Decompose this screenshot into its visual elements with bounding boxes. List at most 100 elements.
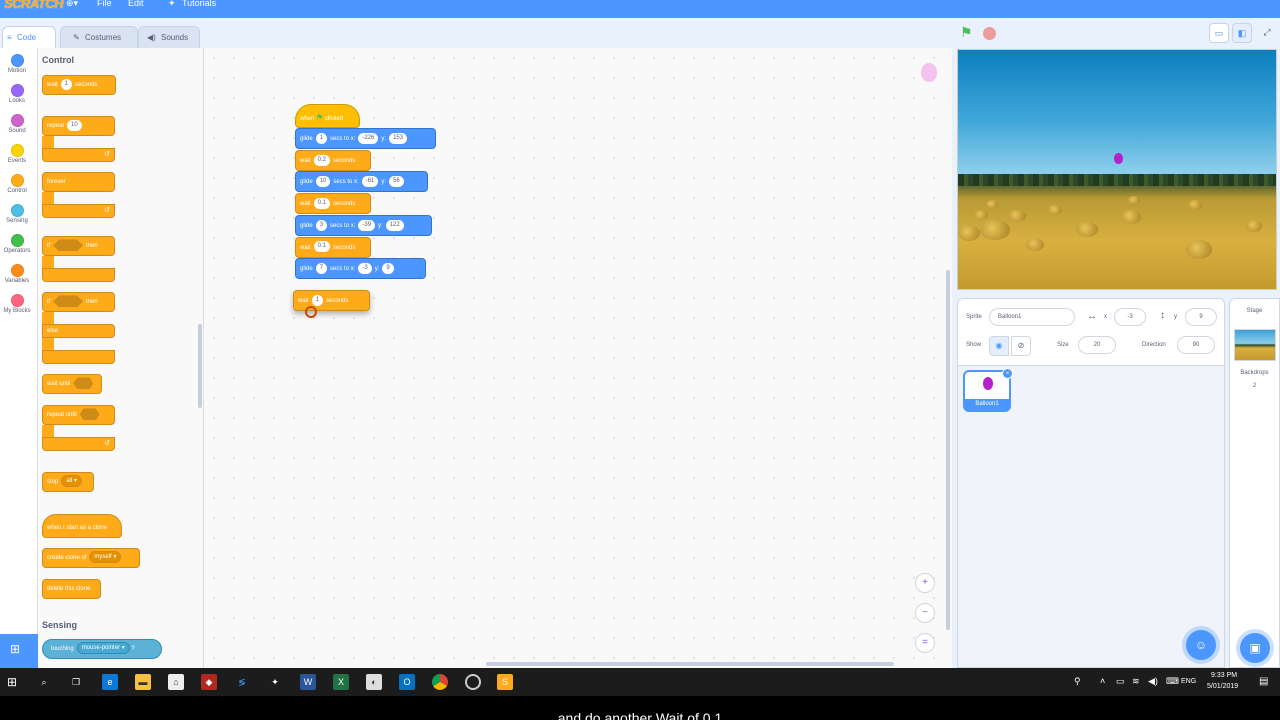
palette-stop-block[interactable]: stop all ▾ — [42, 472, 94, 492]
menu-file[interactable]: File — [97, 0, 112, 8]
palette-touching-block[interactable]: touching mouse-pointer ▾ ? — [42, 639, 162, 659]
balloon-sprite[interactable] — [1114, 153, 1123, 164]
delete-sprite-button[interactable]: × — [1002, 368, 1013, 379]
app-icon[interactable] — [465, 674, 481, 690]
glide-x-input[interactable]: -39 — [358, 219, 376, 231]
green-flag-button[interactable]: ⚑ — [960, 24, 973, 41]
block-input[interactable]: 1 — [60, 78, 73, 90]
block-input[interactable]: 10 — [67, 119, 82, 131]
glide-secs-input[interactable]: 7 — [315, 263, 328, 275]
when-flag-clicked-block[interactable]: when ⚑ clicked — [295, 104, 360, 128]
glide-y-input[interactable]: 56 — [389, 176, 404, 188]
task-view-icon[interactable]: ❐ — [68, 674, 84, 690]
boolean-slot[interactable] — [73, 377, 94, 390]
palette-delete-clone-block[interactable]: delete this clone — [42, 579, 101, 599]
boolean-slot[interactable] — [53, 239, 83, 252]
search-icon[interactable]: ⌕ — [36, 674, 52, 690]
volume-icon[interactable]: ◀) — [1148, 676, 1158, 687]
glide-block[interactable]: glide 7 secs to x: -3 y: 9 — [295, 258, 426, 280]
palette-if-then-block[interactable]: if then — [42, 236, 115, 256]
glide-y-input[interactable]: 122 — [385, 219, 404, 231]
script-area[interactable]: when ⚑ clicked glide 1 secs to x: -226 y: 153… — [204, 48, 952, 668]
chrome-icon[interactable] — [432, 674, 448, 690]
touching-dropdown[interactable]: mouse-pointer ▾ — [76, 642, 130, 655]
outlook-icon[interactable]: O — [399, 674, 415, 690]
category-control[interactable]: Control — [0, 174, 34, 194]
normal-stage-button[interactable]: ◧ — [1232, 23, 1252, 43]
menu-tutorials[interactable]: Tutorials — [182, 0, 216, 8]
script-vertical-scrollbar[interactable] — [946, 270, 950, 630]
category-events[interactable]: Events — [0, 144, 34, 164]
windows-start-icon[interactable]: ⊞ — [4, 674, 20, 690]
category-motion[interactable]: Motion — [0, 54, 34, 74]
network-icon[interactable]: ▭ — [1116, 676, 1125, 687]
app-icon[interactable]: ◐ — [366, 674, 382, 690]
show-hidden-button[interactable]: ⊘ — [1011, 336, 1031, 356]
zoom-in-button[interactable]: + — [915, 573, 935, 593]
zoom-out-button[interactable]: − — [915, 603, 935, 623]
scratch-taskbar-icon[interactable]: S — [497, 674, 513, 690]
palette-forever-block[interactable]: forever — [42, 172, 115, 192]
zoom-reset-button[interactable]: = — [915, 633, 935, 653]
palette-wait-block[interactable]: wait 1 seconds — [42, 75, 116, 95]
tab-costumes[interactable]: ✎ Costumes — [60, 26, 138, 48]
size-input[interactable]: 20 — [1078, 336, 1116, 354]
palette-clone-start-block[interactable]: when I start as a clone — [42, 514, 122, 538]
tab-sounds[interactable]: ◀) Sounds — [138, 26, 200, 48]
stage-selector[interactable]: Stage Backdrops 2 ▣ — [1229, 298, 1280, 668]
language-indicator[interactable]: ENG — [1181, 678, 1196, 685]
globe-icon[interactable]: ⊕▾ — [66, 0, 78, 9]
tab-code[interactable]: ≡ Code — [2, 26, 56, 48]
clone-dropdown[interactable]: myself ▾ — [89, 551, 122, 564]
direction-input[interactable]: 90 — [1177, 336, 1215, 354]
app-icon[interactable]: ≶ — [234, 674, 250, 690]
category-operators[interactable]: Operators — [0, 234, 34, 254]
sprite-name-input[interactable]: Balloon1 — [989, 308, 1075, 326]
glide-block[interactable]: glide 1 secs to x: -226 y: 153 — [295, 128, 436, 149]
palette-repeat-until-block[interactable]: repeat until — [42, 405, 115, 425]
stop-button[interactable] — [983, 27, 996, 40]
glide-y-input[interactable]: 153 — [389, 132, 408, 144]
wifi-icon[interactable]: ≋ — [1132, 676, 1140, 687]
stage-canvas[interactable] — [957, 49, 1277, 290]
boolean-slot[interactable] — [79, 408, 100, 421]
notification-icon[interactable]: ▤ — [1259, 676, 1268, 687]
glide-x-input[interactable]: -3 — [358, 263, 372, 275]
add-sprite-button[interactable]: ☺ — [1186, 630, 1216, 660]
word-icon[interactable]: W — [300, 674, 316, 690]
category-variables[interactable]: Variables — [0, 264, 34, 284]
y-input[interactable]: 9 — [1185, 308, 1217, 326]
app-icon[interactable]: ◆ — [201, 674, 217, 690]
glide-secs-input[interactable]: 1 — [315, 132, 328, 144]
category-looks[interactable]: Looks — [0, 84, 34, 104]
excel-icon[interactable]: X — [333, 674, 349, 690]
palette-wait-until-block[interactable]: wait until — [42, 374, 102, 394]
keyboard-icon[interactable]: ⌨ — [1166, 676, 1179, 687]
boolean-slot[interactable] — [53, 295, 83, 308]
glide-block[interactable]: glide 3 secs to x: -39 y: 122 — [295, 214, 432, 236]
add-backdrop-button[interactable]: ▣ — [1240, 633, 1270, 663]
category-sensing[interactable]: Sensing — [0, 204, 34, 224]
glide-block[interactable]: glide 10 secs to x: -61 y: 56 — [295, 171, 428, 193]
glide-x-input[interactable]: -61 — [361, 176, 379, 188]
show-visible-button[interactable]: ◉ — [989, 336, 1009, 356]
block-input[interactable]: 1 — [311, 294, 324, 306]
glide-secs-input[interactable]: 3 — [315, 219, 328, 231]
clock-time[interactable]: 9:33 PM — [1211, 672, 1237, 679]
sprite-thumbnail[interactable]: Balloon1 × — [963, 368, 1013, 412]
category-my-blocks[interactable]: My Blocks — [0, 294, 34, 314]
snipping-icon[interactable]: ✦ — [267, 674, 283, 690]
x-input[interactable]: -3 — [1114, 308, 1146, 326]
stage-thumbnail[interactable] — [1234, 329, 1276, 361]
tray-chevron-icon[interactable]: ˄ — [1100, 676, 1105, 686]
wait-block[interactable]: wait 0.2 seconds — [295, 149, 371, 171]
small-stage-button[interactable]: ▭ — [1209, 23, 1229, 43]
fullscreen-button[interactable]: ⤢ — [1257, 23, 1277, 43]
store-icon[interactable]: ⌂ — [168, 674, 184, 690]
stop-dropdown[interactable]: all ▾ — [61, 475, 83, 488]
palette-repeat-block[interactable]: repeat 10 — [42, 116, 115, 136]
wait-block[interactable]: wait 0.1 seconds — [295, 193, 371, 215]
people-icon[interactable]: ⚲ — [1074, 676, 1081, 687]
glide-x-input[interactable]: -226 — [358, 132, 379, 144]
scratch-logo[interactable]: SCRATCH — [4, 0, 64, 11]
